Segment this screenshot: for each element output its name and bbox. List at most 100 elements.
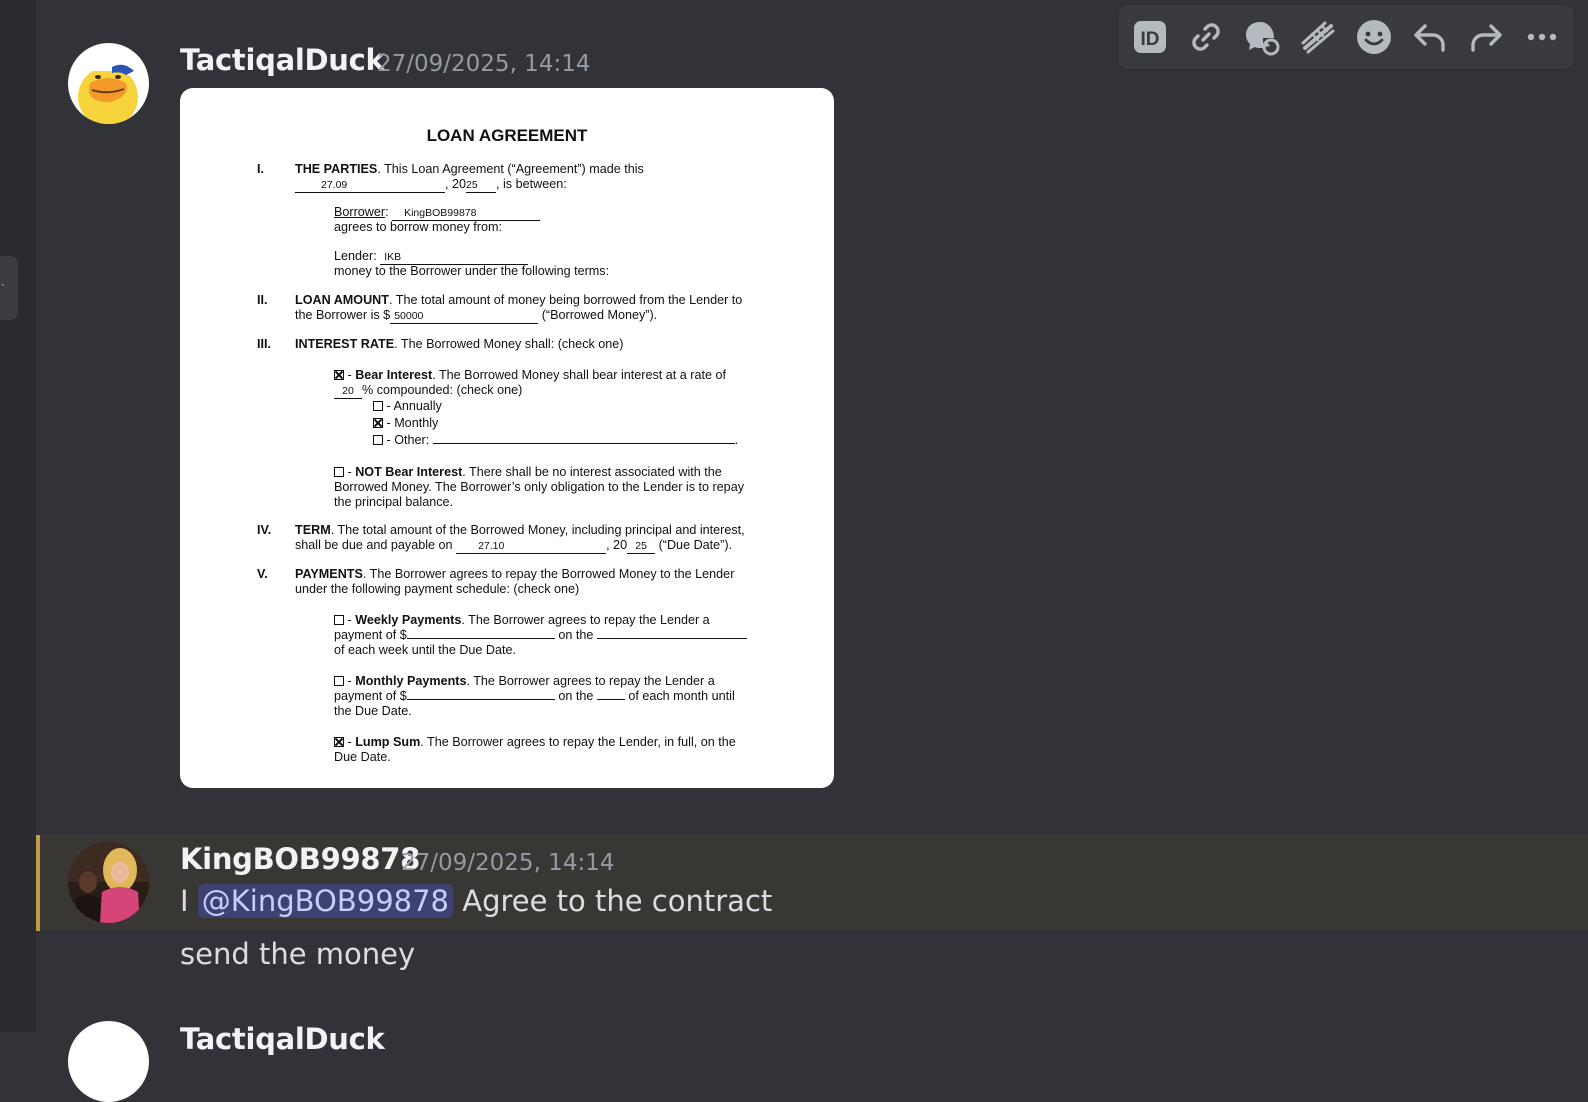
reply-icon bbox=[1414, 24, 1445, 52]
option-text: payment of $ bbox=[334, 628, 407, 642]
lender-text: money to the Borrower under the followin… bbox=[334, 264, 610, 278]
lump-sum-line2: Due Date. bbox=[334, 750, 391, 764]
copy-id-button[interactable]: ID bbox=[1127, 14, 1173, 60]
message-username[interactable]: KingBOB99878 bbox=[180, 842, 420, 876]
option-text: . The Borrower agrees to repay the Lende… bbox=[466, 674, 715, 688]
option-label: - Annually bbox=[386, 399, 442, 413]
checked-box-icon bbox=[334, 370, 344, 380]
message-text: Agree to the contract bbox=[462, 884, 773, 918]
option-other: - Other: . bbox=[373, 433, 738, 448]
user-mention[interactable]: @KingBOB99878 bbox=[197, 884, 454, 918]
other-field bbox=[432, 443, 735, 444]
section-heading: INTEREST RATE bbox=[295, 337, 395, 351]
agreement-day-field: 27.09 bbox=[295, 179, 445, 193]
borrower-field: KingBOB99878 bbox=[392, 207, 541, 221]
section-text: . This Loan Agreement (“Agreement”) made… bbox=[377, 162, 644, 176]
section-number: III. bbox=[257, 337, 271, 351]
option-annually: - Annually bbox=[373, 399, 442, 414]
id-icon: ID bbox=[1134, 21, 1166, 53]
add-reaction-button[interactable] bbox=[1351, 14, 1397, 60]
not-bear-interest-line2: Borrowed Money. The Borrower’s only obli… bbox=[334, 480, 744, 494]
avatar[interactable] bbox=[68, 842, 149, 923]
interest-rate-field: 20 bbox=[334, 385, 362, 399]
section-term-line1: TERM. The total amount of the Borrowed M… bbox=[295, 523, 745, 538]
section-text: . The Borrowed Money shall: (check one) bbox=[394, 337, 624, 351]
borrower-line: Borrower: KingBOB99878 bbox=[334, 205, 541, 221]
unchecked-box-icon bbox=[334, 615, 344, 625]
section-term-line2: shall be due and payable on 27.10, 20 25 … bbox=[295, 538, 732, 554]
not-bear-interest-line3: the principal balance. bbox=[334, 495, 454, 509]
section-text: (“Borrowed Money”). bbox=[541, 308, 658, 322]
forward-button[interactable] bbox=[1463, 14, 1509, 60]
period: . bbox=[734, 433, 739, 447]
due-date-field: 27.10 bbox=[456, 540, 607, 554]
colon: : bbox=[385, 205, 389, 219]
thread-icon bbox=[1246, 22, 1280, 56]
option-text: on the bbox=[558, 689, 594, 703]
lump-sum-line1: - Lump Sum. The Borrower agrees to repay… bbox=[334, 735, 736, 750]
emoji-icon bbox=[1357, 20, 1391, 54]
section-interest-rate: INTEREST RATE. The Borrowed Money shall:… bbox=[295, 337, 624, 352]
message-timestamp: 27/09/2025, 14:14 bbox=[377, 51, 591, 77]
option-heading: Weekly Payments bbox=[355, 613, 462, 627]
message-username[interactable]: TactiqalDuck bbox=[180, 43, 385, 77]
option-text: on the bbox=[558, 628, 594, 642]
stickers-button[interactable] bbox=[1295, 14, 1341, 60]
section-loan-amount-line2: the Borrower is $50000 (“Borrowed Money”… bbox=[295, 308, 657, 324]
collapse-sidebar-handle[interactable]: · bbox=[0, 256, 18, 320]
section-text: , is between: bbox=[496, 177, 567, 191]
image-attachment-loan-agreement[interactable]: LOAN AGREEMENT I. THE PARTIES. This Loan… bbox=[180, 88, 834, 788]
borrower-label: Borrower bbox=[334, 205, 386, 219]
option-text: % compounded: (check one) bbox=[362, 383, 523, 397]
copy-link-button[interactable] bbox=[1183, 14, 1229, 60]
weekly-payments-line1: - Weekly Payments. The Borrower agrees t… bbox=[334, 613, 710, 628]
year-prefix: , 20 bbox=[445, 177, 467, 191]
duck-avatar-icon bbox=[68, 43, 149, 124]
section-number: V. bbox=[257, 567, 268, 581]
avatar[interactable] bbox=[68, 1021, 149, 1102]
lender-label: Lender: bbox=[334, 249, 377, 263]
option-heading: Lump Sum bbox=[355, 735, 421, 749]
option-label: - Other: bbox=[386, 433, 430, 447]
message-content: I @KingBOB99878 Agree to the contract bbox=[180, 884, 772, 918]
dash: - bbox=[347, 465, 352, 479]
section-number: II. bbox=[257, 293, 268, 307]
monthly-day-field bbox=[596, 699, 625, 700]
link-icon bbox=[1192, 23, 1220, 51]
option-heading: Monthly Payments bbox=[355, 674, 467, 688]
handle-dot-icon: · bbox=[1, 278, 5, 292]
section-heading: PAYMENTS bbox=[295, 567, 363, 581]
section-number: I. bbox=[257, 162, 264, 176]
avatar[interactable] bbox=[68, 43, 149, 124]
option-text: of each month until bbox=[628, 689, 735, 703]
checked-box-icon bbox=[373, 418, 383, 428]
monthly-payments-line1: - Monthly Payments. The Borrower agrees … bbox=[334, 674, 715, 689]
section-parties-line2: 27.09, 2025, is between: bbox=[295, 177, 567, 193]
bear-interest-line1: - Bear Interest. The Borrowed Money shal… bbox=[334, 368, 726, 383]
checked-box-icon bbox=[334, 737, 344, 747]
stickers-icon bbox=[1301, 21, 1335, 54]
bear-interest-line2: 20% compounded: (check one) bbox=[334, 383, 522, 399]
message-username[interactable]: TactiqalDuck bbox=[180, 1022, 385, 1056]
section-payments-line1: PAYMENTS. The Borrower agrees to repay t… bbox=[295, 567, 734, 582]
option-monthly: - Monthly bbox=[373, 416, 438, 431]
section-heading: TERM bbox=[295, 523, 331, 537]
section-loan-amount-line1: LOAN AMOUNT. The total amount of money b… bbox=[295, 293, 742, 308]
monthly-payments-line2: payment of $ on the of each month until bbox=[334, 689, 735, 704]
reply-button[interactable] bbox=[1407, 14, 1453, 60]
section-text: . The total amount of money being borrow… bbox=[388, 293, 743, 307]
due-year-field: 25 bbox=[627, 540, 656, 554]
create-thread-button[interactable] bbox=[1239, 14, 1285, 60]
section-heading: THE PARTIES bbox=[295, 162, 378, 176]
option-heading: NOT Bear Interest bbox=[355, 465, 463, 479]
year-prefix: , 20 bbox=[606, 538, 628, 552]
dash: - bbox=[347, 674, 352, 688]
option-text: . The Borrower agrees to repay the Lende… bbox=[420, 735, 736, 749]
more-options-button[interactable] bbox=[1519, 14, 1565, 60]
section-text: (“Due Date”). bbox=[658, 538, 733, 552]
monthly-payments-line3: the Due Date. bbox=[334, 704, 412, 718]
mention-highlight-bar bbox=[36, 835, 40, 931]
lender-line: Lender: IKB bbox=[334, 249, 529, 265]
message-content: send the money bbox=[180, 937, 416, 971]
message-actions-toolbar: ID bbox=[1117, 4, 1575, 70]
